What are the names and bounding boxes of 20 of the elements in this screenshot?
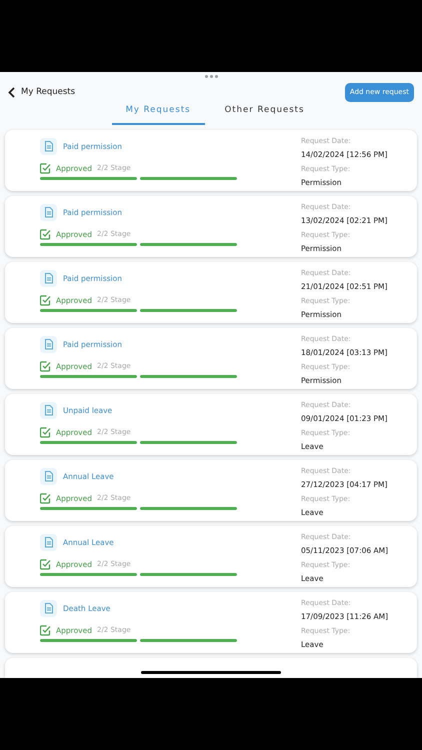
document-icon — [40, 336, 57, 354]
check-icon — [40, 295, 51, 306]
check-icon — [40, 427, 51, 438]
back-icon[interactable] — [8, 87, 15, 98]
tab[interactable]: Other Requests — [218, 104, 310, 126]
more-icon — [204, 75, 218, 78]
document-icon — [40, 138, 57, 156]
document-icon — [40, 468, 57, 486]
page-title: My Requests — [21, 86, 76, 99]
check-icon — [40, 361, 51, 372]
document-icon — [40, 402, 57, 420]
document-icon — [40, 534, 57, 552]
document-icon — [40, 600, 57, 618]
document-icon — [40, 270, 57, 288]
document-icon — [40, 204, 57, 222]
check-icon — [40, 229, 51, 240]
check-icon — [40, 163, 51, 174]
check-icon — [40, 625, 51, 636]
check-icon — [40, 559, 51, 570]
check-icon — [40, 493, 51, 504]
